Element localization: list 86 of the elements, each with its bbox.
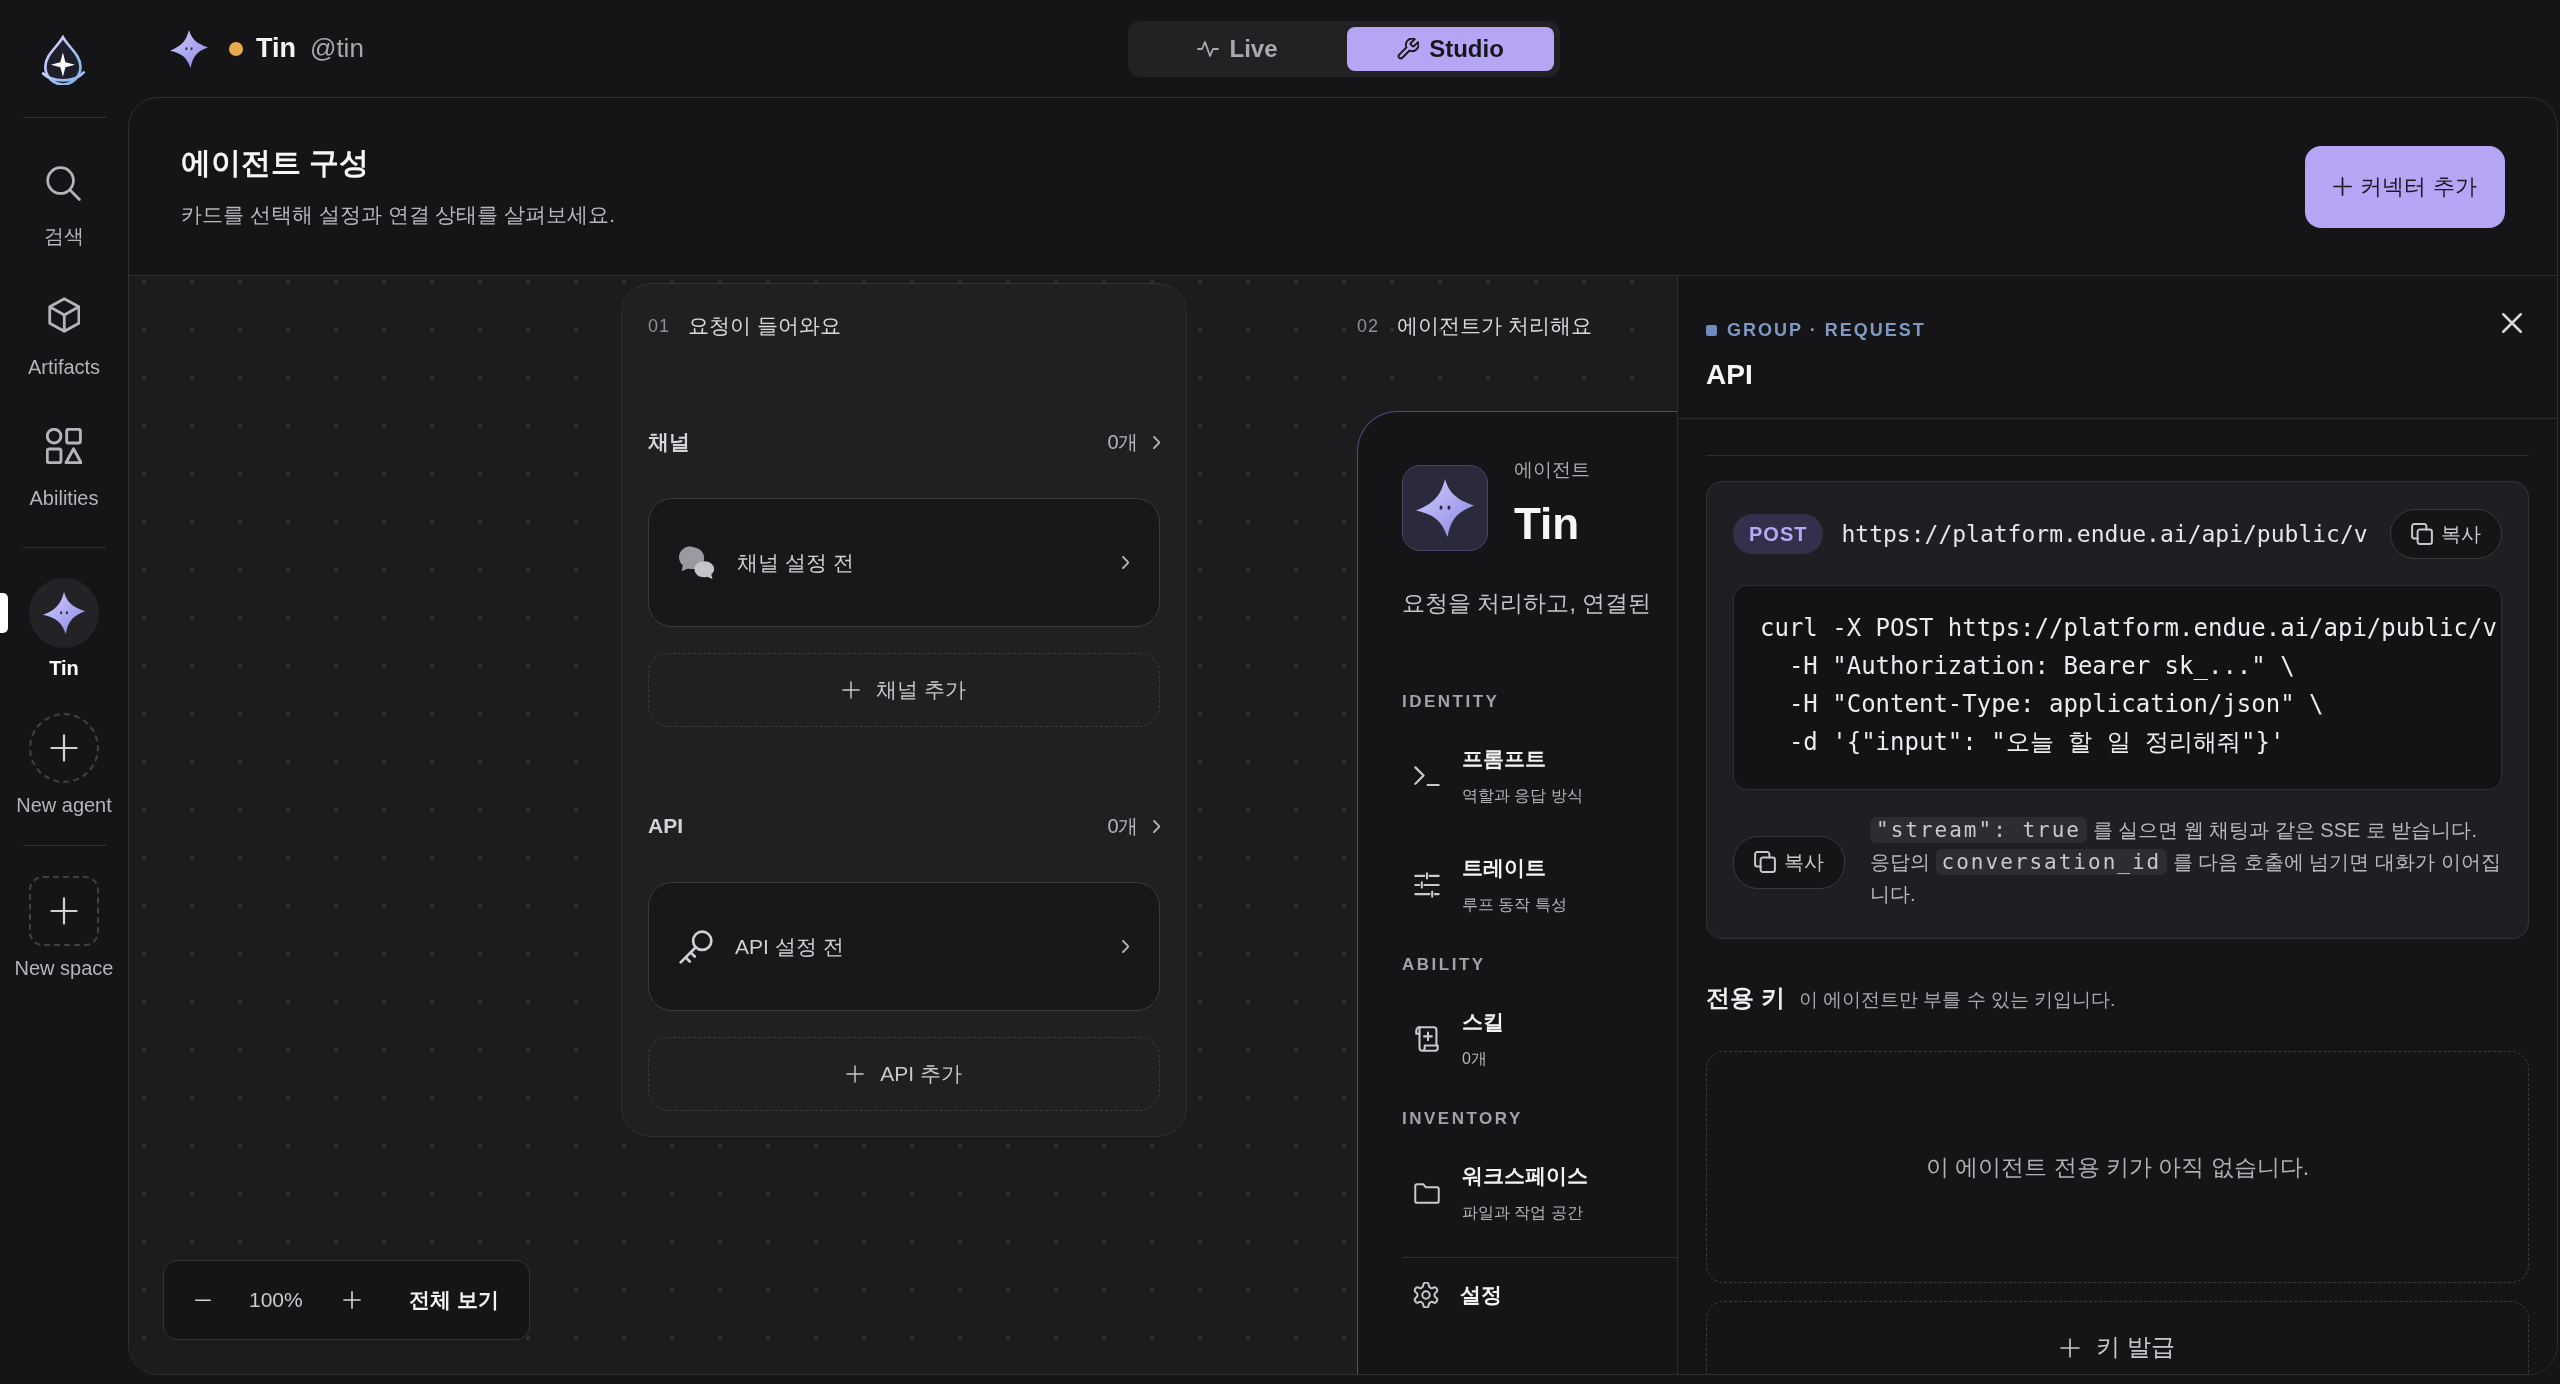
config-item[interactable]: 스킬 0개 xyxy=(1402,1008,1504,1070)
step-number: 02 xyxy=(1357,315,1380,337)
add-connector-button[interactable]: 커넥터 추가 xyxy=(2305,145,2505,228)
empty-key-message: 이 에이전트 전용 키가 아직 없습니다. xyxy=(1706,1051,2529,1283)
nav-item[interactable]: 검색 xyxy=(0,166,128,248)
nav-item[interactable]: Artifacts xyxy=(0,297,128,379)
config-item[interactable]: 트레이트 루프 동작 특성 xyxy=(1402,854,1567,916)
cube-icon xyxy=(47,297,81,333)
folder-icon xyxy=(1413,1182,1441,1204)
chevron-right-icon xyxy=(1121,940,1129,953)
setup-card[interactable]: 채널 설정 전 xyxy=(648,498,1160,627)
key-icon xyxy=(679,929,713,964)
breadcrumb-text: GROUP · REQUEST xyxy=(1727,319,1926,341)
agent-handle: @tin xyxy=(310,33,364,64)
group-title: API xyxy=(648,814,683,838)
chat-bubbles-icon xyxy=(679,544,715,581)
copy-button[interactable]: 복사 xyxy=(2390,509,2502,559)
config-item[interactable]: 워크스페이스 파일과 작업 공간 xyxy=(1402,1162,1588,1224)
copy-icon xyxy=(2411,523,2433,545)
agent-name: Tin xyxy=(256,33,296,64)
chevron-right-icon xyxy=(1121,556,1129,569)
step-title: 요청이 들어와요 xyxy=(688,313,841,339)
issue-key-button[interactable]: 키 발급 xyxy=(1706,1301,2529,1374)
http-method: POST xyxy=(1733,514,1824,554)
usage-note: "stream": true 를 실으면 웹 채팅과 같은 SSE 로 받습니다. 응답의 conversation_id 를 다음 호출에 넘기면 대화가 이어집니다. xyxy=(1870,816,2502,907)
settings-button[interactable]: 설정 xyxy=(1402,1281,1502,1309)
zoom-in-button[interactable] xyxy=(342,1291,361,1309)
zoom-level: 100% xyxy=(249,1288,303,1312)
setup-card[interactable]: API 설정 전 xyxy=(648,882,1160,1011)
chevron-right-icon xyxy=(1152,819,1160,833)
page-subtitle: 카드를 선택해 설정과 연결 상태를 살펴보세요. xyxy=(181,202,615,228)
scroll-icon xyxy=(1413,1026,1441,1052)
step-number: 01 xyxy=(648,315,671,337)
sliders-icon xyxy=(1413,872,1441,898)
count-button[interactable]: 0개 xyxy=(1107,812,1160,840)
step-title: 에이전트가 처리해요 xyxy=(1397,313,1592,339)
square-marker-icon xyxy=(1706,324,1717,336)
pulse-icon xyxy=(1197,40,1220,57)
add-button[interactable]: API 추가 xyxy=(648,1037,1160,1111)
page-title: 에이전트 구성 xyxy=(181,145,371,181)
close-icon xyxy=(2502,313,2522,333)
mode-tab[interactable]: Live xyxy=(1134,26,1341,71)
add-button[interactable]: 채널 추가 xyxy=(648,653,1160,727)
search-icon xyxy=(46,166,82,202)
chevron-right-icon xyxy=(1152,435,1160,449)
plus-icon xyxy=(842,681,861,699)
plus-icon xyxy=(2060,1338,2081,1358)
endpoint-url: https://platform.endue.ai/api/public/v xyxy=(1841,521,2368,547)
fit-view-button[interactable]: 전체 보기 xyxy=(408,1286,499,1314)
agent-item[interactable]: Tin xyxy=(0,578,128,680)
star-avatar-icon xyxy=(170,29,208,68)
plus-icon xyxy=(29,713,99,783)
section-label: ABILITY xyxy=(1402,954,1486,976)
logo-icon xyxy=(41,35,87,85)
star-avatar-icon xyxy=(1402,465,1488,551)
minus-icon xyxy=(195,1298,211,1302)
panel-title: API xyxy=(1706,358,1753,392)
section-hint: 이 에이전트만 부를 수 있는 키입니다. xyxy=(1798,988,2116,1012)
copy-button[interactable]: 복사 xyxy=(1733,835,1845,889)
wrench-icon xyxy=(1397,37,1420,60)
agent-caption: 에이전트 xyxy=(1514,458,1590,482)
count-button[interactable]: 0개 xyxy=(1107,428,1160,456)
mode-tab[interactable]: Studio xyxy=(1347,26,1554,71)
group-title: 채널 xyxy=(648,429,690,455)
plus-icon xyxy=(2333,177,2353,196)
agent-description: 요청을 처리하고, 연결된 xyxy=(1402,589,1652,618)
section-title: 전용 키 xyxy=(1706,983,1785,1013)
plus-icon xyxy=(846,1065,865,1083)
terminal-icon xyxy=(1413,765,1441,787)
status-dot-icon xyxy=(229,41,243,56)
code-snippet: curl -X POST https://platform.endue.ai/api/public/v -H "Authorization: Bearer sk_..." \ -H "Content-Type: application/json" \ -d '{"input": "오늘 할 일 정리해줘"}' xyxy=(1733,585,2502,790)
section-label: INVENTORY xyxy=(1402,1108,1523,1130)
shapes-icon xyxy=(46,428,82,464)
zoom-out-button[interactable] xyxy=(195,1298,211,1302)
close-button[interactable] xyxy=(2500,311,2524,335)
copy-icon xyxy=(1754,851,1776,873)
plus-icon xyxy=(29,876,99,946)
agent-title: Tin xyxy=(1514,498,1580,550)
new-space-button[interactable]: New space xyxy=(0,876,128,980)
active-indicator xyxy=(0,593,8,633)
plus-icon xyxy=(342,1291,361,1309)
section-label: IDENTITY xyxy=(1402,691,1500,713)
config-item[interactable]: 프롬프트 역할과 응답 방식 xyxy=(1402,745,1583,807)
nav-item[interactable]: Abilities xyxy=(0,428,128,510)
new-agent-button[interactable]: New agent xyxy=(0,713,128,817)
settings-icon xyxy=(1413,1282,1439,1308)
